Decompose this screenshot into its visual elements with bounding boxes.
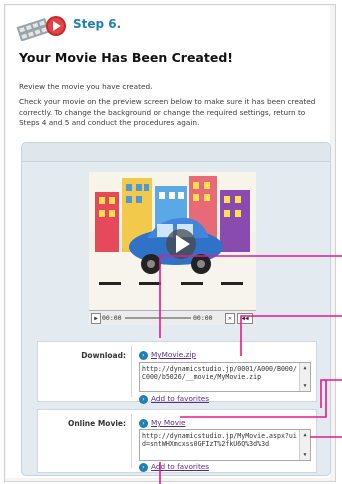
seek-bar[interactable]: [125, 317, 191, 319]
arrow-right-icon: ›: [139, 350, 148, 360]
online-url-field[interactable]: http://dynamicstudio.jp/MyMovie.aspx?uid…: [139, 429, 311, 461]
download-link-text[interactable]: MyMovie.zip: [151, 350, 196, 359]
play-icon[interactable]: ▶: [91, 313, 101, 324]
download-favorites-link[interactable]: › Add to favorites: [139, 394, 209, 404]
film-play-icon: [16, 16, 66, 41]
arrow-right-icon: ›: [139, 462, 148, 472]
expand-icon[interactable]: ✕: [225, 313, 235, 324]
arrow-right-icon: ›: [139, 394, 148, 404]
row-divider: [131, 414, 132, 468]
download-url-text: http://dynamicstudio.jp/0001/A000/B000/C…: [142, 365, 297, 382]
preview-panel: ▶ 00:00 00:00 ✕ ◀◀ Download: › MyMovie.zi…: [21, 142, 331, 476]
player-controls: ▶ 00:00 00:00 ✕ ◀◀: [89, 310, 256, 325]
panel-header: [22, 143, 330, 162]
scroll-down-icon[interactable]: ▼: [301, 382, 309, 390]
online-movie-link[interactable]: › My Movie: [139, 418, 186, 428]
scroll-up-icon[interactable]: ▲: [301, 431, 309, 439]
scrollbar[interactable]: ▲ ▼: [299, 430, 310, 460]
intro-text: Review the movie you have created. Check…: [19, 82, 327, 134]
total-time: 00:00: [193, 314, 213, 322]
download-favorites-text[interactable]: Add to favorites: [151, 394, 209, 403]
download-url-field[interactable]: http://dynamicstudio.jp/0001/A000/B000/C…: [139, 362, 311, 392]
online-favorites-link[interactable]: › Add to favorites: [139, 462, 209, 472]
page-title: Your Movie Has Been Created!: [19, 50, 233, 65]
row-divider: [131, 346, 132, 397]
download-link[interactable]: › MyMovie.zip: [139, 350, 196, 360]
step-title: Step 6.: [73, 17, 122, 31]
arrow-right-icon: ›: [139, 418, 148, 428]
online-url-text: http://dynamicstudio.jp/MyMovie.aspx?uid…: [142, 432, 297, 449]
download-label: Download:: [81, 351, 126, 360]
scrollbar[interactable]: ▲ ▼: [299, 363, 310, 391]
online-movie-link-text[interactable]: My Movie: [151, 418, 186, 427]
scroll-down-icon[interactable]: ▼: [301, 451, 309, 459]
online-label: Online Movie:: [67, 419, 126, 428]
online-favorites-text[interactable]: Add to favorites: [151, 462, 209, 471]
current-time: 00:00: [102, 314, 122, 322]
video-frame: [89, 172, 256, 310]
video-player[interactable]: ▶ 00:00 00:00 ✕ ◀◀: [89, 172, 256, 325]
intro-line: Review the movie you have created.: [19, 82, 153, 91]
scroll-up-icon[interactable]: ▲: [301, 364, 309, 372]
online-movie-row: Online Movie: › My Movie http://dynamicst…: [37, 409, 317, 473]
page: Step 6. Your Movie Has Been Created! Rev…: [6, 6, 331, 478]
intro-instructions: Check your movie on the preview screen b…: [19, 97, 316, 128]
volume-icon[interactable]: ◀◀: [237, 313, 253, 324]
download-row: Download: › MyMovie.zip http://dynamicstu…: [37, 341, 317, 404]
